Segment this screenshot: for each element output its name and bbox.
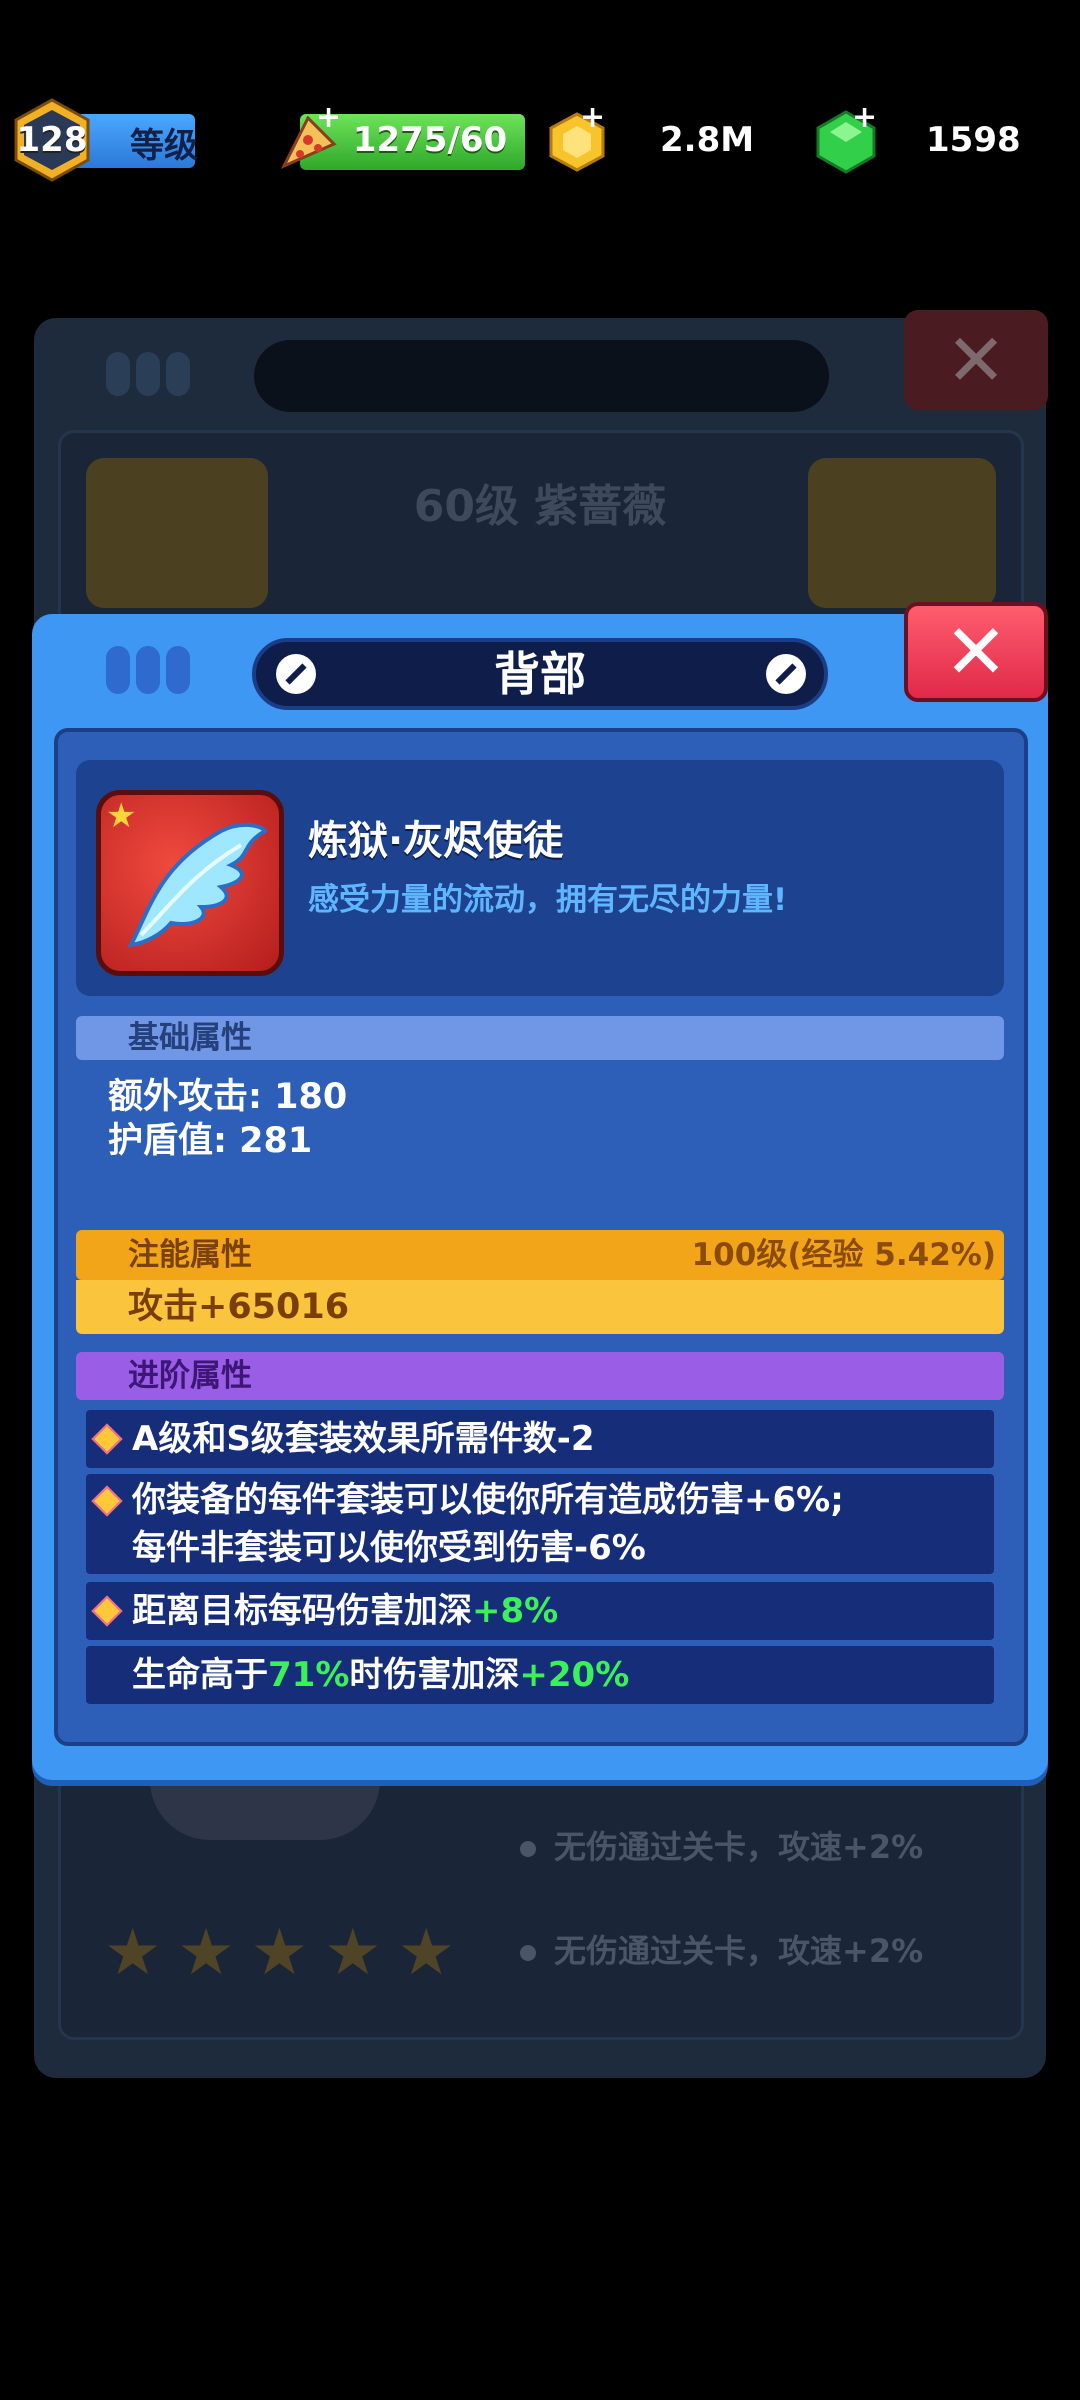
coin-value: 2.8M [660,120,755,160]
item-description: 感受力量的流动，拥有无尽的力量! [308,882,788,918]
background-close-icon: ✕ [904,310,1048,410]
close-icon[interactable]: ✕ [904,602,1048,702]
background-title: 60级 紫蔷薇 [413,481,667,532]
star-icon: ★ [397,1916,455,1990]
advanced-attributes-header: 进阶属性 [76,1352,1004,1400]
level-label: 等级 [130,126,198,166]
advanced-row: 距离目标每码伤害加深+8% [86,1582,994,1640]
star-icon: ★ [324,1916,382,1990]
modal-title: 背部 [494,647,586,701]
infusion-value: 攻击+65016 [76,1280,1004,1334]
star-icon: ★ [177,1916,235,1990]
infusion-level: 100级(经验 5.42%) [691,1237,996,1273]
background-titlebar [254,340,829,412]
coin-plus-icon[interactable]: + [580,100,605,135]
background-dots [106,352,201,398]
star-icon: ★ [104,1916,162,1990]
diamond-bullet-icon [91,1595,123,1627]
item-name: 炼狱·灰烬使徒 [308,818,564,864]
base-attributes-header: 基础属性 [76,1016,1004,1060]
gem-plus-icon[interactable]: + [852,100,877,135]
background-talent-row: 无伤通过关卡，攻速+2% [520,1926,923,1972]
advanced-row: 你装备的每件套装可以使你所有造成伤害+6%; 每件非套装可以使你受到伤害-6% [86,1474,994,1574]
energy-plus-icon[interactable]: + [316,100,341,135]
stat-shield: 护盾值: 281 [108,1121,313,1161]
top-hud: 等级 128 + 1275/60 + 2.8M + 1598 [0,90,1080,190]
level-number: 128 [16,120,88,160]
star-icon: ★ [250,1916,309,1990]
energy-value: 1275/60 [352,120,508,160]
modal-dots [106,646,206,696]
rarity-star-icon: ★ [106,796,137,836]
diamond-bullet-icon [91,1423,123,1455]
diamond-bullet-icon [91,1485,123,1517]
background-stars: ★ ★ ★ ★ ★ [104,1918,484,1988]
background-talent-row: 无伤通过关卡，攻速+2% [520,1822,923,1868]
advanced-row: 生命高于71%时伤害加深+20% [86,1646,994,1704]
advanced-row: A级和S级套装效果所需件数-2 [86,1410,994,1468]
gem-value: 1598 [926,120,1021,160]
